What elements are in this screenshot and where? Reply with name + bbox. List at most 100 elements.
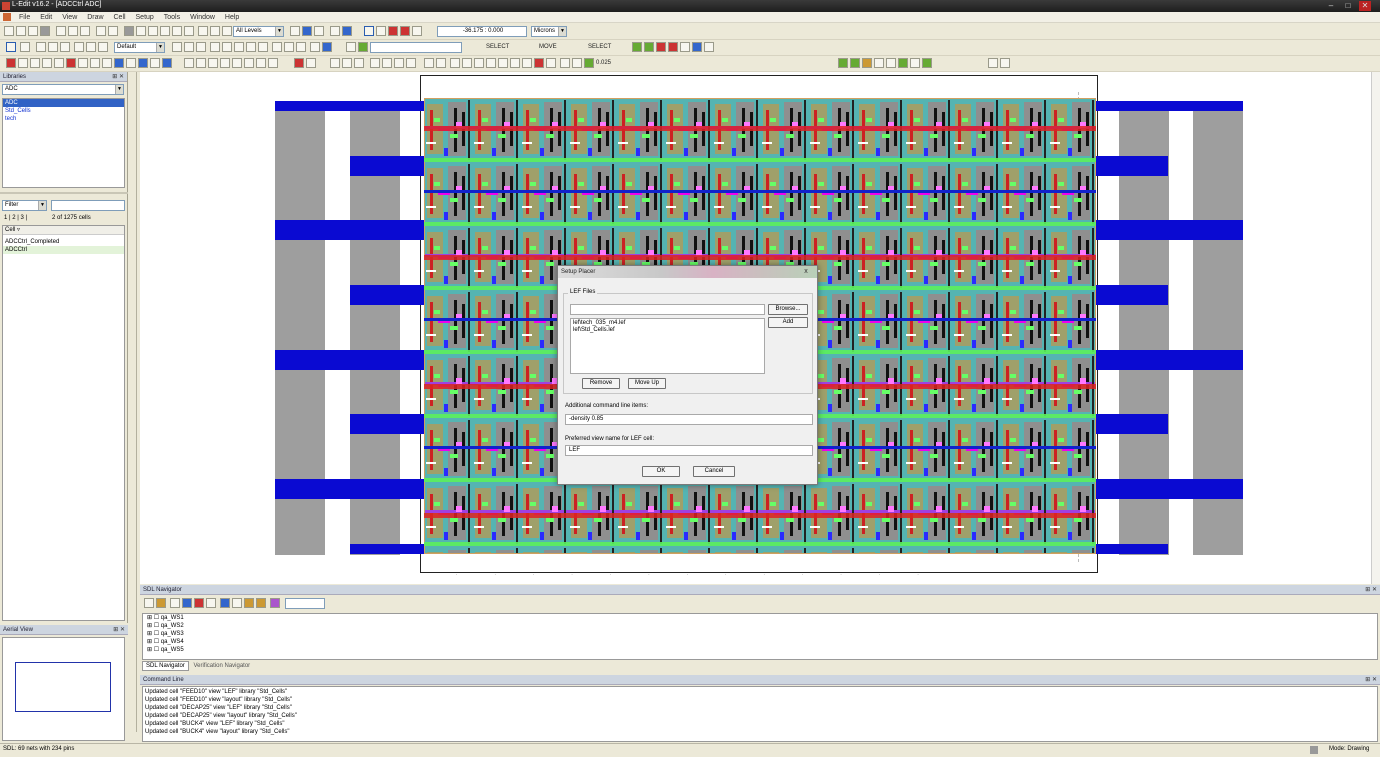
page-tab-1[interactable]: 1 [4,215,7,221]
undo-icon[interactable] [96,26,106,36]
align-top-icon[interactable] [220,58,230,68]
rectangle-icon[interactable] [20,42,30,52]
tree-item[interactable]: ⊞ ☐ qa_WS1 [143,614,1377,622]
add-button[interactable]: Add [768,317,808,328]
drc-icon[interactable] [184,26,194,36]
duplicate-icon[interactable] [406,58,416,68]
rotate-icon[interactable] [330,58,340,68]
aerial-view-canvas[interactable] [2,637,125,741]
net-select[interactable] [370,42,462,53]
align-center-icon[interactable] [196,58,206,68]
library-item-adc[interactable]: ADC [3,99,124,107]
level-select[interactable]: All Levels ▼ [233,26,284,37]
stop-icon[interactable] [656,42,666,52]
additional-items-input[interactable]: -density 0.85 [565,414,813,425]
vertical-splitter[interactable] [128,72,140,743]
align-left-icon[interactable] [184,58,194,68]
merge-icon[interactable] [18,58,28,68]
library-select[interactable]: ADC ▼ [2,84,124,95]
canvas-vertical-scrollbar[interactable] [1371,72,1380,584]
window-icon[interactable] [314,26,324,36]
grid-icon[interactable] [376,26,386,36]
units-select[interactable]: Microns ▼ [531,26,567,37]
open-icon[interactable] [16,26,26,36]
eval-icon[interactable] [838,58,848,68]
render-icon[interactable] [342,26,352,36]
cut-icon[interactable] [56,26,66,36]
lef-file-item[interactable]: lef\Std_Cells.lef [571,326,764,334]
wire-icon[interactable] [74,42,84,52]
fill-pattern-icon[interactable] [114,58,124,68]
tree-item[interactable]: ⊞ ☐ qa_WS4 [143,638,1377,646]
text-icon[interactable] [258,42,268,52]
sdl-search-input[interactable] [285,598,325,609]
route-v-icon[interactable] [474,58,484,68]
triangle-icon[interactable] [60,42,70,52]
binoculars-icon[interactable] [148,26,158,36]
fill-cells-icon[interactable] [522,58,532,68]
port-icon[interactable] [210,42,220,52]
route-h-icon[interactable] [462,58,472,68]
menu-cell[interactable]: Cell [110,12,130,23]
slice-icon[interactable] [30,58,40,68]
outline-icon[interactable] [400,26,410,36]
move-up-button[interactable]: Move Up [628,378,666,389]
refresh-icon[interactable] [922,58,932,68]
zoom-icon[interactable] [210,26,220,36]
filter-select[interactable]: Filter ▼ [2,200,47,211]
arrow-up-icon[interactable] [910,58,920,68]
highlight-icon[interactable] [220,598,230,608]
menu-draw[interactable]: Draw [83,12,107,23]
zoom-fit-icon[interactable] [222,26,232,36]
layer-a-icon[interactable] [198,26,208,36]
filter-input[interactable] [51,200,125,211]
lef-path-input[interactable] [570,304,765,315]
align-bottom-icon[interactable] [244,58,254,68]
sim-options-icon[interactable] [704,42,714,52]
lightbulb-icon[interactable] [244,598,254,608]
view-name-input[interactable]: LEF [565,445,813,456]
pick-icon[interactable] [988,58,998,68]
net-icon[interactable] [170,598,180,608]
search-icon[interactable] [206,598,216,608]
pin-close-icon[interactable]: ⊞ ✕ [112,72,124,82]
menu-window[interactable]: Window [186,12,219,23]
library-item-std-cells[interactable]: Std_Cells [3,107,124,115]
run-icon[interactable] [632,42,642,52]
minimize-button[interactable]: – [1325,1,1337,11]
port-d-icon[interactable] [246,42,256,52]
circle-icon[interactable] [172,42,182,52]
ruler-end-icon[interactable] [284,42,294,52]
target-icon[interactable] [1000,58,1010,68]
offset-icon[interactable] [436,58,446,68]
ruler-icon[interactable] [172,26,182,36]
space-icon[interactable] [268,58,278,68]
lock-icon[interactable] [6,58,16,68]
menu-setup[interactable]: Setup [132,12,158,23]
filter-icon[interactable] [232,598,242,608]
copy-icon[interactable] [68,26,78,36]
cancel-button[interactable]: Cancel [693,466,735,477]
node-icon[interactable] [346,42,356,52]
dialog-close-button[interactable]: x [801,267,811,276]
polygon-45-icon[interactable] [48,42,58,52]
print-icon[interactable] [40,26,50,36]
flag-icon[interactable] [160,26,170,36]
snap-icon[interactable] [560,58,570,68]
wire-45-icon[interactable] [86,42,96,52]
library-item-tech[interactable]: tech [3,115,124,123]
zoom-out-icon[interactable] [886,58,896,68]
eval-b-icon[interactable] [850,58,860,68]
cross-section-icon[interactable] [138,58,148,68]
cell-icon[interactable] [136,26,146,36]
ok-button[interactable]: OK [642,466,680,477]
die-icon[interactable] [150,58,160,68]
probe-icon[interactable] [194,598,204,608]
net-icon[interactable] [358,42,368,52]
run-step-icon[interactable] [644,42,654,52]
lightbulb-icon[interactable] [862,58,872,68]
tab-verification-navigator[interactable]: Verification Navigator [190,662,253,670]
tree-item[interactable]: ⊞ ☐ qa_WS5 [143,646,1377,654]
boolean-icon[interactable] [54,58,64,68]
cell-item-adcctrl-completed[interactable]: ADCCtrl_Completed [3,238,124,246]
